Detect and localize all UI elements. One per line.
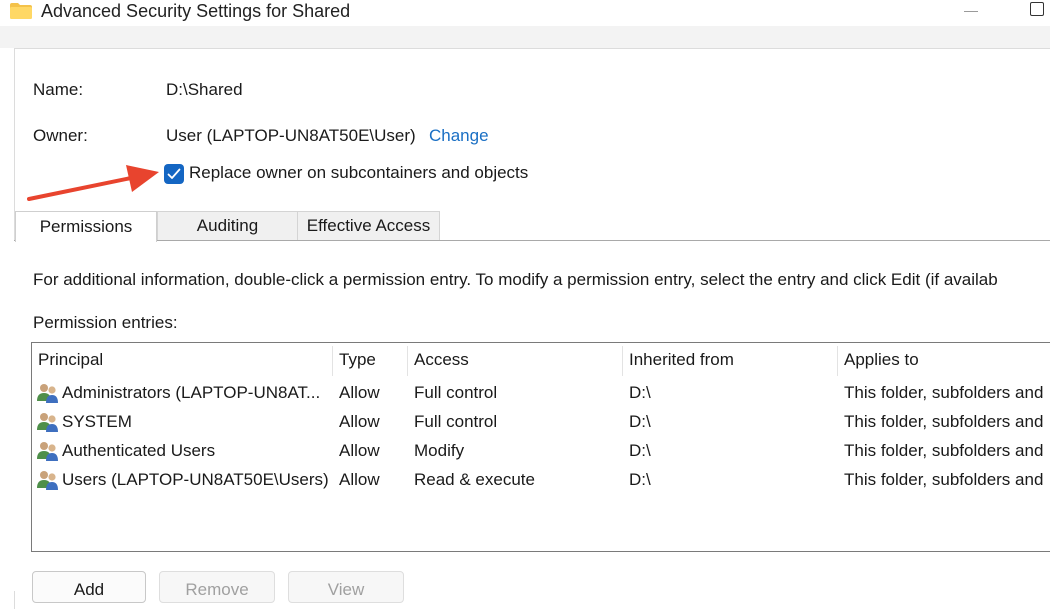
cell-type: Allow [339,383,380,402]
cell-type: Allow [339,470,380,489]
column-divider[interactable] [332,346,333,376]
tab-effective-access[interactable]: Effective Access [297,211,440,240]
cell-applies-to: This folder, subfolders and [844,383,1044,402]
cell-principal: SYSTEM [62,412,132,431]
cell-principal: Authenticated Users [62,441,216,460]
table-row[interactable]: Authenticated Users Allow Modify D:\ Thi… [32,437,1050,466]
replace-owner-checkbox[interactable] [164,164,184,184]
tab-auditing[interactable]: Auditing [157,211,298,240]
cell-principal: Administrators (LAPTOP-UN8AT... [62,383,321,402]
maximize-button[interactable] [1030,2,1044,16]
user-group-icon [37,442,58,461]
title-bar: Advanced Security Settings for Shared [0,0,1050,26]
checkmark-icon [167,168,181,179]
permissions-info-text: For additional information, double-click… [33,270,998,289]
window-title: Advanced Security Settings for Shared [41,1,351,21]
cell-type: Allow [339,441,380,460]
folder-icon [10,3,32,19]
user-group-icon [37,413,58,432]
minimize-button[interactable] [960,4,986,20]
cell-access: Full control [414,412,498,431]
name-value: D:\Shared [166,80,243,99]
tab-permissions[interactable]: Permissions [15,211,157,242]
cell-inherited-from: D:\ [629,412,651,431]
cell-access: Read & execute [414,470,535,489]
table-row[interactable]: Administrators (LAPTOP-UN8AT... Allow Fu… [32,379,1050,408]
owner-label: Owner: [33,126,88,145]
remove-button[interactable]: Remove [159,571,275,603]
permission-entries-label: Permission entries: [33,313,178,332]
table-row[interactable]: SYSTEM Allow Full control D:\ This folde… [32,408,1050,437]
column-header-type[interactable]: Type [339,350,376,370]
column-divider[interactable] [407,346,408,376]
user-group-icon [37,384,58,403]
tabstrip-divider [14,240,1050,241]
red-arrow-annotation [27,165,159,201]
change-owner-link[interactable]: Change [429,126,489,146]
cell-applies-to: This folder, subfolders and [844,441,1044,460]
cell-access: Full control [414,383,498,402]
column-header-inherited-from[interactable]: Inherited from [629,350,734,370]
name-label: Name: [33,80,84,99]
column-header-access[interactable]: Access [414,350,469,370]
owner-value: User (LAPTOP-UN8AT50E\User) [166,126,416,145]
column-divider[interactable] [622,346,623,376]
cell-inherited-from: D:\ [629,383,651,402]
column-divider[interactable] [837,346,838,376]
column-header-principal[interactable]: Principal [38,350,103,370]
cell-applies-to: This folder, subfolders and [844,470,1044,489]
cell-principal: Users (LAPTOP-UN8AT50E\Users) [62,470,329,489]
view-button[interactable]: View [288,571,404,603]
column-header-applies-to[interactable]: Applies to [844,350,919,370]
cell-access: Modify [414,441,465,460]
cell-inherited-from: D:\ [629,470,651,489]
table-row[interactable]: Users (LAPTOP-UN8AT50E\Users) Allow Read… [32,466,1050,495]
cell-inherited-from: D:\ [629,441,651,460]
cell-type: Allow [339,412,380,431]
window-frame [0,26,1050,48]
cell-applies-to: This folder, subfolders and [844,412,1044,431]
add-button[interactable]: Add [32,571,146,603]
replace-owner-label[interactable]: Replace owner on subcontainers and objec… [189,163,528,183]
user-group-icon [37,471,58,490]
